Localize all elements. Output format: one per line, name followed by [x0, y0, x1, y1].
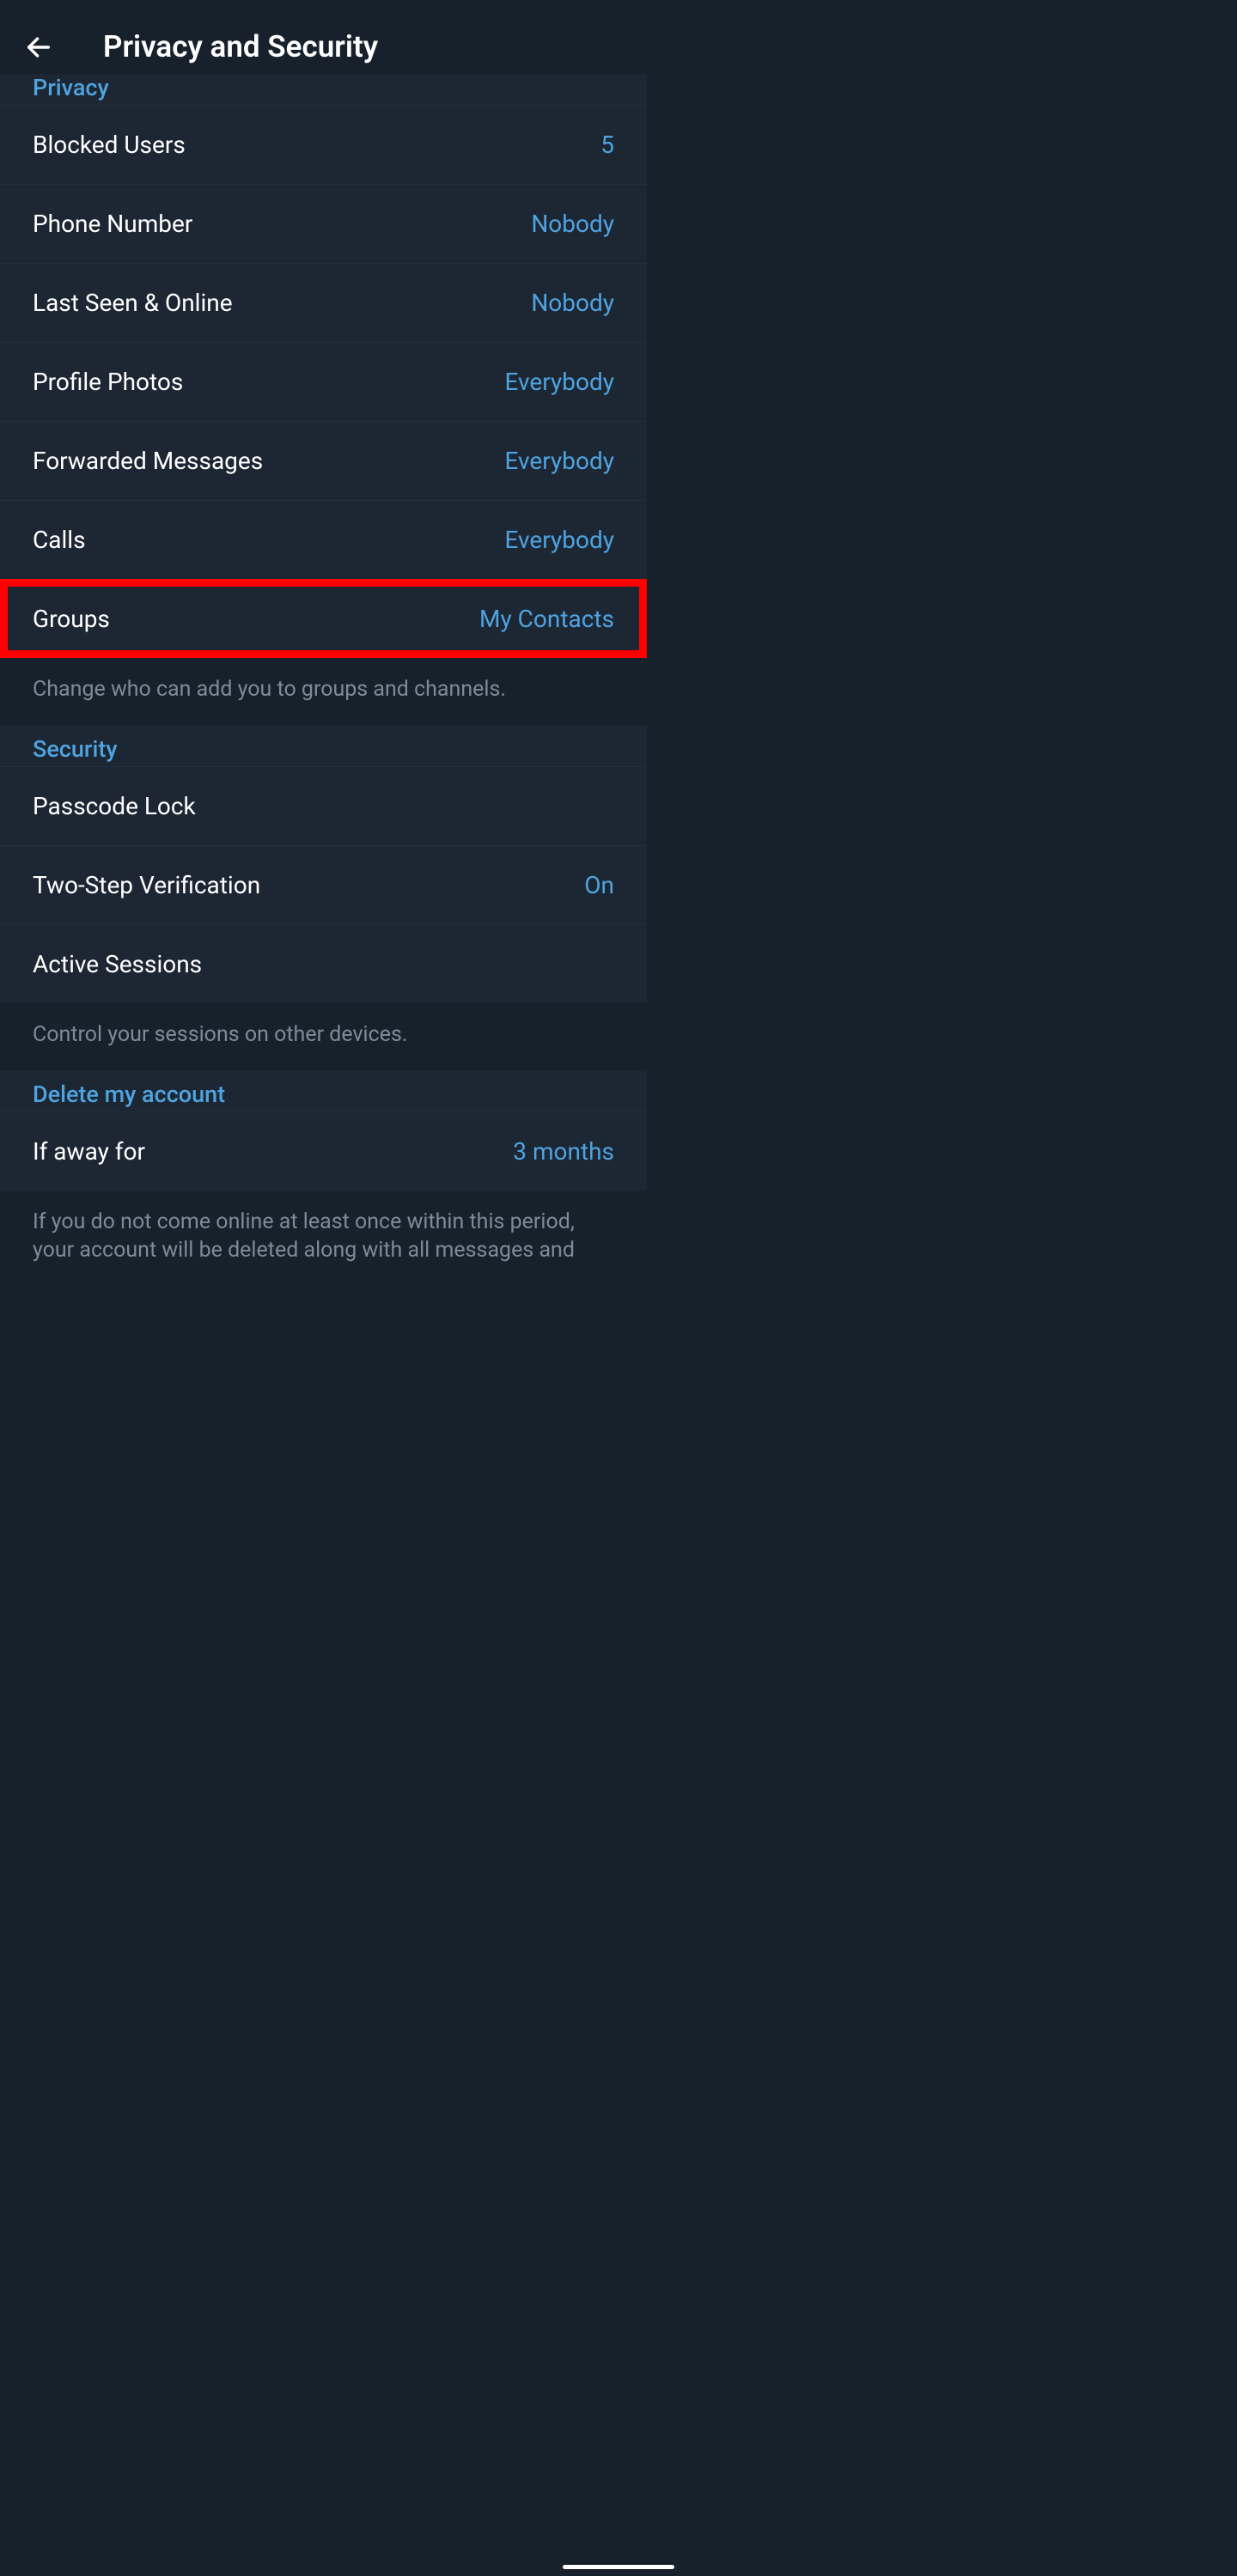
- section-header-delete: Delete my account: [0, 1070, 647, 1111]
- description-privacy: Change who can add you to groups and cha…: [0, 658, 647, 725]
- label-groups: Groups: [33, 605, 110, 633]
- label-profile-photos: Profile Photos: [33, 368, 183, 396]
- section-privacy: Privacy Blocked Users 5 Phone Number Nob…: [0, 74, 647, 658]
- row-calls[interactable]: Calls Everybody: [0, 500, 647, 579]
- label-passcode: Passcode Lock: [33, 792, 196, 820]
- home-indicator: [563, 2565, 674, 2569]
- row-blocked-users[interactable]: Blocked Users 5: [0, 105, 647, 184]
- section-security: Security Passcode Lock Two-Step Verifica…: [0, 725, 647, 1003]
- label-sessions: Active Sessions: [33, 950, 202, 978]
- page-title: Privacy and Security: [103, 29, 378, 64]
- row-forwarded[interactable]: Forwarded Messages Everybody: [0, 421, 647, 500]
- value-forwarded: Everybody: [504, 447, 614, 475]
- row-profile-photos[interactable]: Profile Photos Everybody: [0, 342, 647, 421]
- value-if-away: 3 months: [513, 1137, 614, 1166]
- value-two-step: On: [584, 871, 614, 899]
- value-last-seen: Nobody: [531, 289, 614, 317]
- row-phone-number[interactable]: Phone Number Nobody: [0, 184, 647, 263]
- label-forwarded: Forwarded Messages: [33, 447, 263, 475]
- value-phone-number: Nobody: [531, 210, 614, 238]
- row-groups[interactable]: Groups My Contacts: [0, 579, 647, 658]
- row-if-away[interactable]: If away for 3 months: [0, 1111, 647, 1191]
- value-groups: My Contacts: [479, 605, 614, 633]
- value-blocked-users: 5: [600, 131, 614, 159]
- row-sessions[interactable]: Active Sessions: [0, 924, 647, 1003]
- value-calls: Everybody: [504, 526, 614, 554]
- value-profile-photos: Everybody: [504, 368, 614, 396]
- label-if-away: If away for: [33, 1137, 145, 1166]
- label-last-seen: Last Seen & Online: [33, 289, 233, 317]
- description-delete: If you do not come online at least once …: [0, 1191, 647, 1287]
- section-header-privacy: Privacy: [0, 74, 647, 105]
- section-delete: Delete my account If away for 3 months: [0, 1070, 647, 1191]
- label-phone-number: Phone Number: [33, 210, 192, 238]
- description-security: Control your sessions on other devices.: [0, 1003, 647, 1070]
- label-calls: Calls: [33, 526, 86, 554]
- row-two-step[interactable]: Two-Step Verification On: [0, 845, 647, 924]
- label-two-step: Two-Step Verification: [33, 871, 260, 899]
- row-passcode[interactable]: Passcode Lock: [0, 766, 647, 845]
- row-last-seen[interactable]: Last Seen & Online Nobody: [0, 263, 647, 342]
- section-header-security: Security: [0, 725, 647, 766]
- label-blocked-users: Blocked Users: [33, 131, 186, 159]
- back-icon[interactable]: [17, 26, 60, 69]
